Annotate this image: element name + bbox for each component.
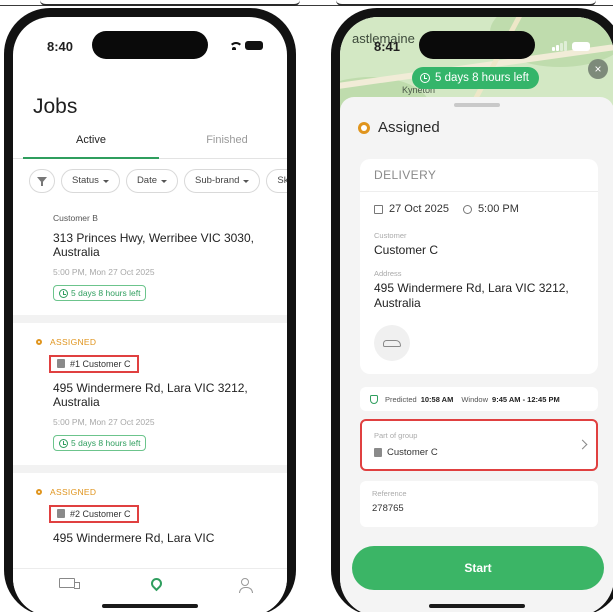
dynamic-island (92, 31, 208, 59)
status-badge: ASSIGNED (36, 337, 267, 347)
bottom-tab-bar (13, 568, 287, 612)
assigned-status-icon (358, 121, 370, 134)
chevron-down-icon (243, 179, 250, 183)
sub-brand-filter[interactable]: Sub-brand (184, 169, 261, 193)
previous-phone-edge-right (336, 0, 596, 6)
dynamic-island (419, 31, 535, 59)
sheet-grabber[interactable] (454, 103, 500, 107)
list-item[interactable]: ASSIGNED #1 Customer C 495 Windermere Rd… (13, 323, 287, 473)
clock-icon (462, 204, 472, 214)
calendar-icon (374, 204, 383, 214)
reference-card: Reference 278765 (360, 481, 598, 527)
job-type: DELIVERY (360, 159, 598, 192)
truck-icon[interactable] (59, 578, 80, 589)
vehicle-button[interactable] (374, 325, 410, 361)
assigned-dot-icon (36, 488, 42, 495)
page-title: Jobs (33, 95, 78, 118)
date-filter[interactable]: Date (125, 169, 179, 193)
time-left-pill: 5 days 8 hours left (412, 67, 539, 89)
package-icon (57, 509, 65, 518)
address-label: Address (374, 269, 402, 278)
filter-bar: Status Date Sub-brand Skill (29, 169, 287, 193)
active-tab-indicator (23, 157, 159, 159)
list-item[interactable]: Customer B 313 Princes Hwy, Werribee VIC… (13, 203, 287, 323)
package-icon (57, 359, 65, 368)
customer-name: Customer C (374, 243, 439, 257)
package-icon (374, 448, 382, 457)
jobs-screen: 8:40 Jobs Active Finished Status Date Su… (13, 17, 287, 612)
group-tag-highlighted: #1 Customer C (49, 354, 139, 373)
chevron-down-icon (161, 179, 168, 183)
job-address: 495 Windermere Rd, Lara VIC 3212, Austra… (374, 281, 569, 310)
job-datetime: 5:00 PM, Mon 27 Oct 2025 (53, 267, 155, 277)
job-customer: Customer B (53, 213, 98, 223)
start-button[interactable]: Start (352, 546, 604, 590)
list-item[interactable]: ASSIGNED #2 Customer C 495 Windermere Rd… (13, 473, 287, 558)
filter-button[interactable] (29, 169, 55, 193)
job-detail-screen: astlemaine Kyneton 5 days 8 hours left ×… (340, 17, 613, 612)
clock-icon (59, 288, 68, 298)
home-indicator (429, 604, 525, 608)
battery-icon (245, 41, 263, 50)
group-tag-highlighted: #2 Customer C (49, 504, 139, 523)
status-badge: ASSIGNED (36, 487, 267, 497)
person-icon[interactable] (239, 578, 253, 593)
map-pin-icon[interactable] (148, 575, 165, 592)
job-address: 495 Windermere Rd, Lara VIC (53, 531, 215, 545)
close-button[interactable]: × (588, 59, 608, 79)
home-indicator (102, 604, 198, 608)
shield-icon (370, 394, 378, 404)
status-filter[interactable]: Status (61, 169, 120, 193)
chevron-down-icon (102, 179, 109, 183)
job-datetime: 5:00 PM, Mon 27 Oct 2025 (53, 417, 155, 427)
signal-icon (552, 41, 567, 51)
job-schedule: 27 Oct 2025 5:00 PM (374, 203, 519, 215)
car-icon (383, 339, 401, 347)
status-time: 8:41 (374, 39, 401, 54)
filter-icon (37, 176, 47, 186)
part-of-group-row[interactable]: Part of group Customer C (360, 419, 598, 471)
clock-icon (420, 73, 430, 83)
job-address: 313 Princes Hwy, Werribee VIC 3030, Aust… (53, 231, 254, 259)
phone-job-detail: astlemaine Kyneton 5 days 8 hours left ×… (331, 8, 613, 612)
skill-filter[interactable]: Skill (266, 169, 287, 193)
tab-finished[interactable]: Finished (159, 134, 287, 146)
job-status: Assigned (358, 119, 440, 136)
jobs-tabs: Active Finished (13, 129, 287, 159)
group-label: Part of group (374, 431, 418, 440)
assigned-dot-icon (36, 338, 42, 345)
delivery-card: DELIVERY 27 Oct 2025 5:00 PM Customer Cu… (360, 159, 598, 374)
wifi-icon (228, 41, 243, 50)
tab-active[interactable]: Active (23, 134, 159, 146)
job-detail-sheet: Assigned DELIVERY 27 Oct 2025 5:00 PM Cu… (340, 97, 613, 612)
group-value: Customer C (387, 447, 438, 458)
reference-value: 278765 (372, 503, 404, 514)
customer-label: Customer (374, 231, 407, 240)
time-left-badge: 5 days 8 hours left (53, 285, 147, 301)
battery-icon (572, 41, 590, 51)
predicted-time-row: Predicted 10:58 AM Window 9:45 AM - 12:4… (360, 387, 598, 411)
status-time: 8:40 (47, 39, 74, 54)
time-left-badge: 5 days 8 hours left (53, 435, 147, 451)
job-address: 495 Windermere Rd, Lara VIC 3212, Austra… (53, 381, 248, 409)
reference-label: Reference (372, 489, 407, 498)
jobs-list: Customer B 313 Princes Hwy, Werribee VIC… (13, 203, 287, 568)
clock-icon (59, 438, 68, 448)
previous-phone-edge-left (40, 0, 300, 6)
chevron-right-icon (577, 439, 588, 450)
phone-jobs-list: 8:40 Jobs Active Finished Status Date Su… (4, 8, 296, 612)
